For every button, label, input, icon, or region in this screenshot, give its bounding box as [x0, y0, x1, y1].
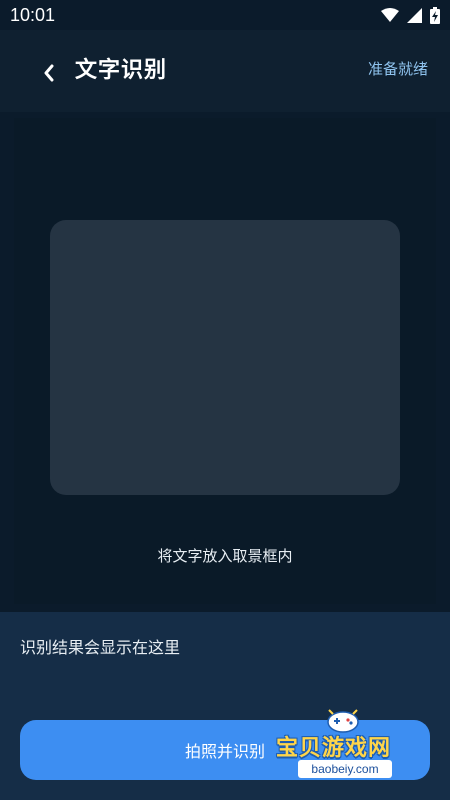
battery-charging-icon: [430, 6, 440, 24]
capture-button-label: 拍照并识别: [184, 742, 265, 761]
ready-status-label: 准备就绪: [367, 60, 428, 78]
camera-preview: 将文字放入取景框内: [14, 118, 436, 604]
wifi-icon: [381, 8, 399, 22]
app-screen: 10:01 文字识别 准备就绪 将文字放入取景框内 识别结果会显示在这里 拍照并…: [0, 0, 450, 800]
status-time: 10:01: [10, 4, 56, 25]
back-button[interactable]: [32, 58, 66, 92]
status-bar: 10:01: [0, 0, 450, 30]
status-icons: [381, 6, 440, 24]
top-app-bar: 文字识别 准备就绪: [0, 30, 450, 112]
capture-and-recognize-button[interactable]: 拍照并识别: [20, 720, 430, 780]
viewfinder-frame: [50, 220, 400, 495]
viewfinder-hint: 将文字放入取景框内: [157, 547, 293, 565]
chevron-left-icon: [42, 64, 56, 86]
page-title: 文字识别: [75, 58, 168, 83]
result-placeholder: 识别结果会显示在这里: [20, 638, 181, 657]
signal-icon: [407, 7, 422, 23]
